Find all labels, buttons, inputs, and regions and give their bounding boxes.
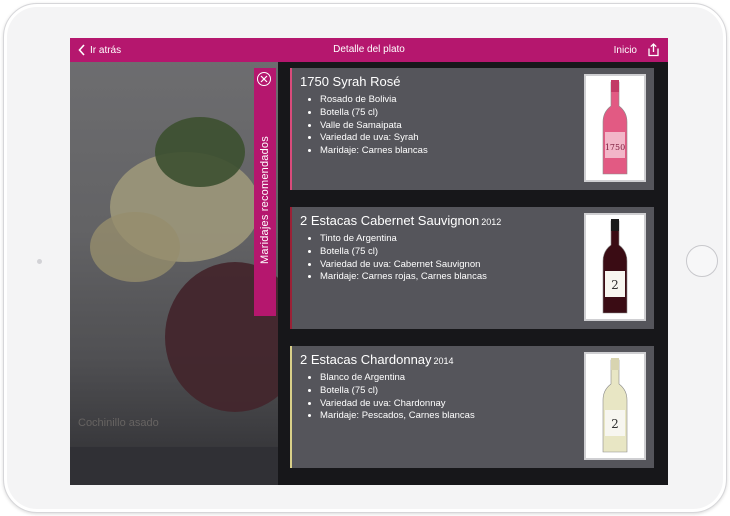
bottle-label-text: 2 [611, 417, 619, 431]
back-button[interactable]: Ir atrás [78, 38, 121, 62]
wine-detail-item: Botella (75 cl) [320, 107, 428, 120]
wine-name: 2 Estacas Chardonnay [300, 352, 432, 367]
close-pairings-button[interactable] [257, 72, 271, 86]
bottle-body [602, 220, 628, 314]
bottle-cap [611, 358, 619, 370]
wine-card-accent [290, 346, 292, 468]
app-screen: Cochinillo asado Ir atrás Detalle del pl… [70, 38, 668, 485]
wine-bottle-icon: 2 [602, 219, 628, 314]
home-link[interactable]: Inicio [614, 45, 637, 56]
wine-name: 2 Estacas Cabernet Sauvignon [300, 213, 480, 228]
page-title: Detalle del plato [333, 44, 405, 55]
wine-details-list: Blanco de ArgentinaBotella (75 cl)Varied… [300, 372, 475, 423]
wine-detail-item: Variedad de uva: Cabernet Sauvignon [320, 259, 487, 272]
ipad-frame: Cochinillo asado Ir atrás Detalle del pl… [3, 3, 727, 513]
pairings-tab[interactable]: Maridajes recomendados [254, 68, 276, 316]
wine-detail-item: Maridaje: Pescados, Carnes blancas [320, 410, 475, 423]
wine-detail-item: Maridaje: Carnes blancas [320, 145, 428, 158]
home-button[interactable] [686, 245, 718, 277]
wine-detail-item: Blanco de Argentina [320, 372, 475, 385]
share-icon[interactable] [647, 43, 660, 57]
wine-detail-item: Tinto de Argentina [320, 233, 487, 246]
wine-detail-item: Botella (75 cl) [320, 246, 487, 259]
bottle-body [602, 359, 628, 453]
wine-details-list: Tinto de ArgentinaBotella (75 cl)Varieda… [300, 233, 487, 284]
wine-detail-item: Botella (75 cl) [320, 385, 475, 398]
wine-bottle-image[interactable]: 2 [584, 352, 646, 460]
pairings-panel: 1750 Syrah RoséRosado de BoliviaBotella … [278, 62, 668, 485]
dish-photo-shadow [70, 447, 278, 485]
wine-detail-item: Variedad de uva: Chardonnay [320, 398, 475, 411]
wine-card[interactable]: 2 Estacas Chardonnay2014 Blanco de Argent… [290, 346, 654, 468]
dish-photo: Cochinillo asado [70, 62, 278, 485]
wine-bottle-image[interactable]: 2 [584, 213, 646, 321]
wine-detail-item: Valle de Samaipata [320, 120, 428, 133]
wine-detail-item: Rosado de Bolivia [320, 94, 428, 107]
back-label: Ir atrás [90, 44, 122, 56]
bottle-label-text: 2 [611, 278, 619, 292]
wine-card-accent [290, 207, 292, 329]
wine-card-accent [290, 68, 292, 190]
bottle-cap [611, 80, 619, 92]
wine-title: 2 Estacas Chardonnay 2014 [300, 352, 454, 367]
wine-details-list: Rosado de BoliviaBotella (75 cl)Valle de… [300, 94, 428, 158]
wine-year: 2014 [433, 356, 454, 366]
pairings-tab-label: Maridajes recomendados [259, 136, 271, 264]
chevron-left-icon [78, 44, 85, 56]
close-icon [260, 75, 268, 83]
wine-bottle-image[interactable]: 1750 [584, 74, 646, 182]
bottle-body [602, 81, 628, 175]
wine-detail-item: Maridaje: Carnes rojas, Carnes blancas [320, 271, 487, 284]
bottle-cap [611, 219, 619, 231]
wine-card[interactable]: 2 Estacas Cabernet Sauvignon2012 Tinto de… [290, 207, 654, 329]
wine-year: 2012 [481, 217, 502, 227]
wine-bottle-icon: 2 [602, 358, 628, 453]
wine-detail-item: Variedad de uva: Syrah [320, 132, 428, 145]
dish-name: Cochinillo asado [78, 417, 159, 429]
wine-bottle-icon: 1750 [602, 80, 628, 175]
top-nav-bar: Ir atrás Detalle del plato Inicio [70, 38, 668, 62]
wine-card[interactable]: 1750 Syrah Rosé Rosado de BoliviaBotella … [290, 68, 654, 190]
bottle-label-text: 1750 [605, 143, 625, 152]
wine-name: 1750 Syrah Rosé [300, 74, 401, 89]
wine-title: 1750 Syrah Rosé [300, 74, 400, 89]
front-camera [37, 259, 42, 264]
wine-title: 2 Estacas Cabernet Sauvignon 2012 [300, 213, 501, 228]
